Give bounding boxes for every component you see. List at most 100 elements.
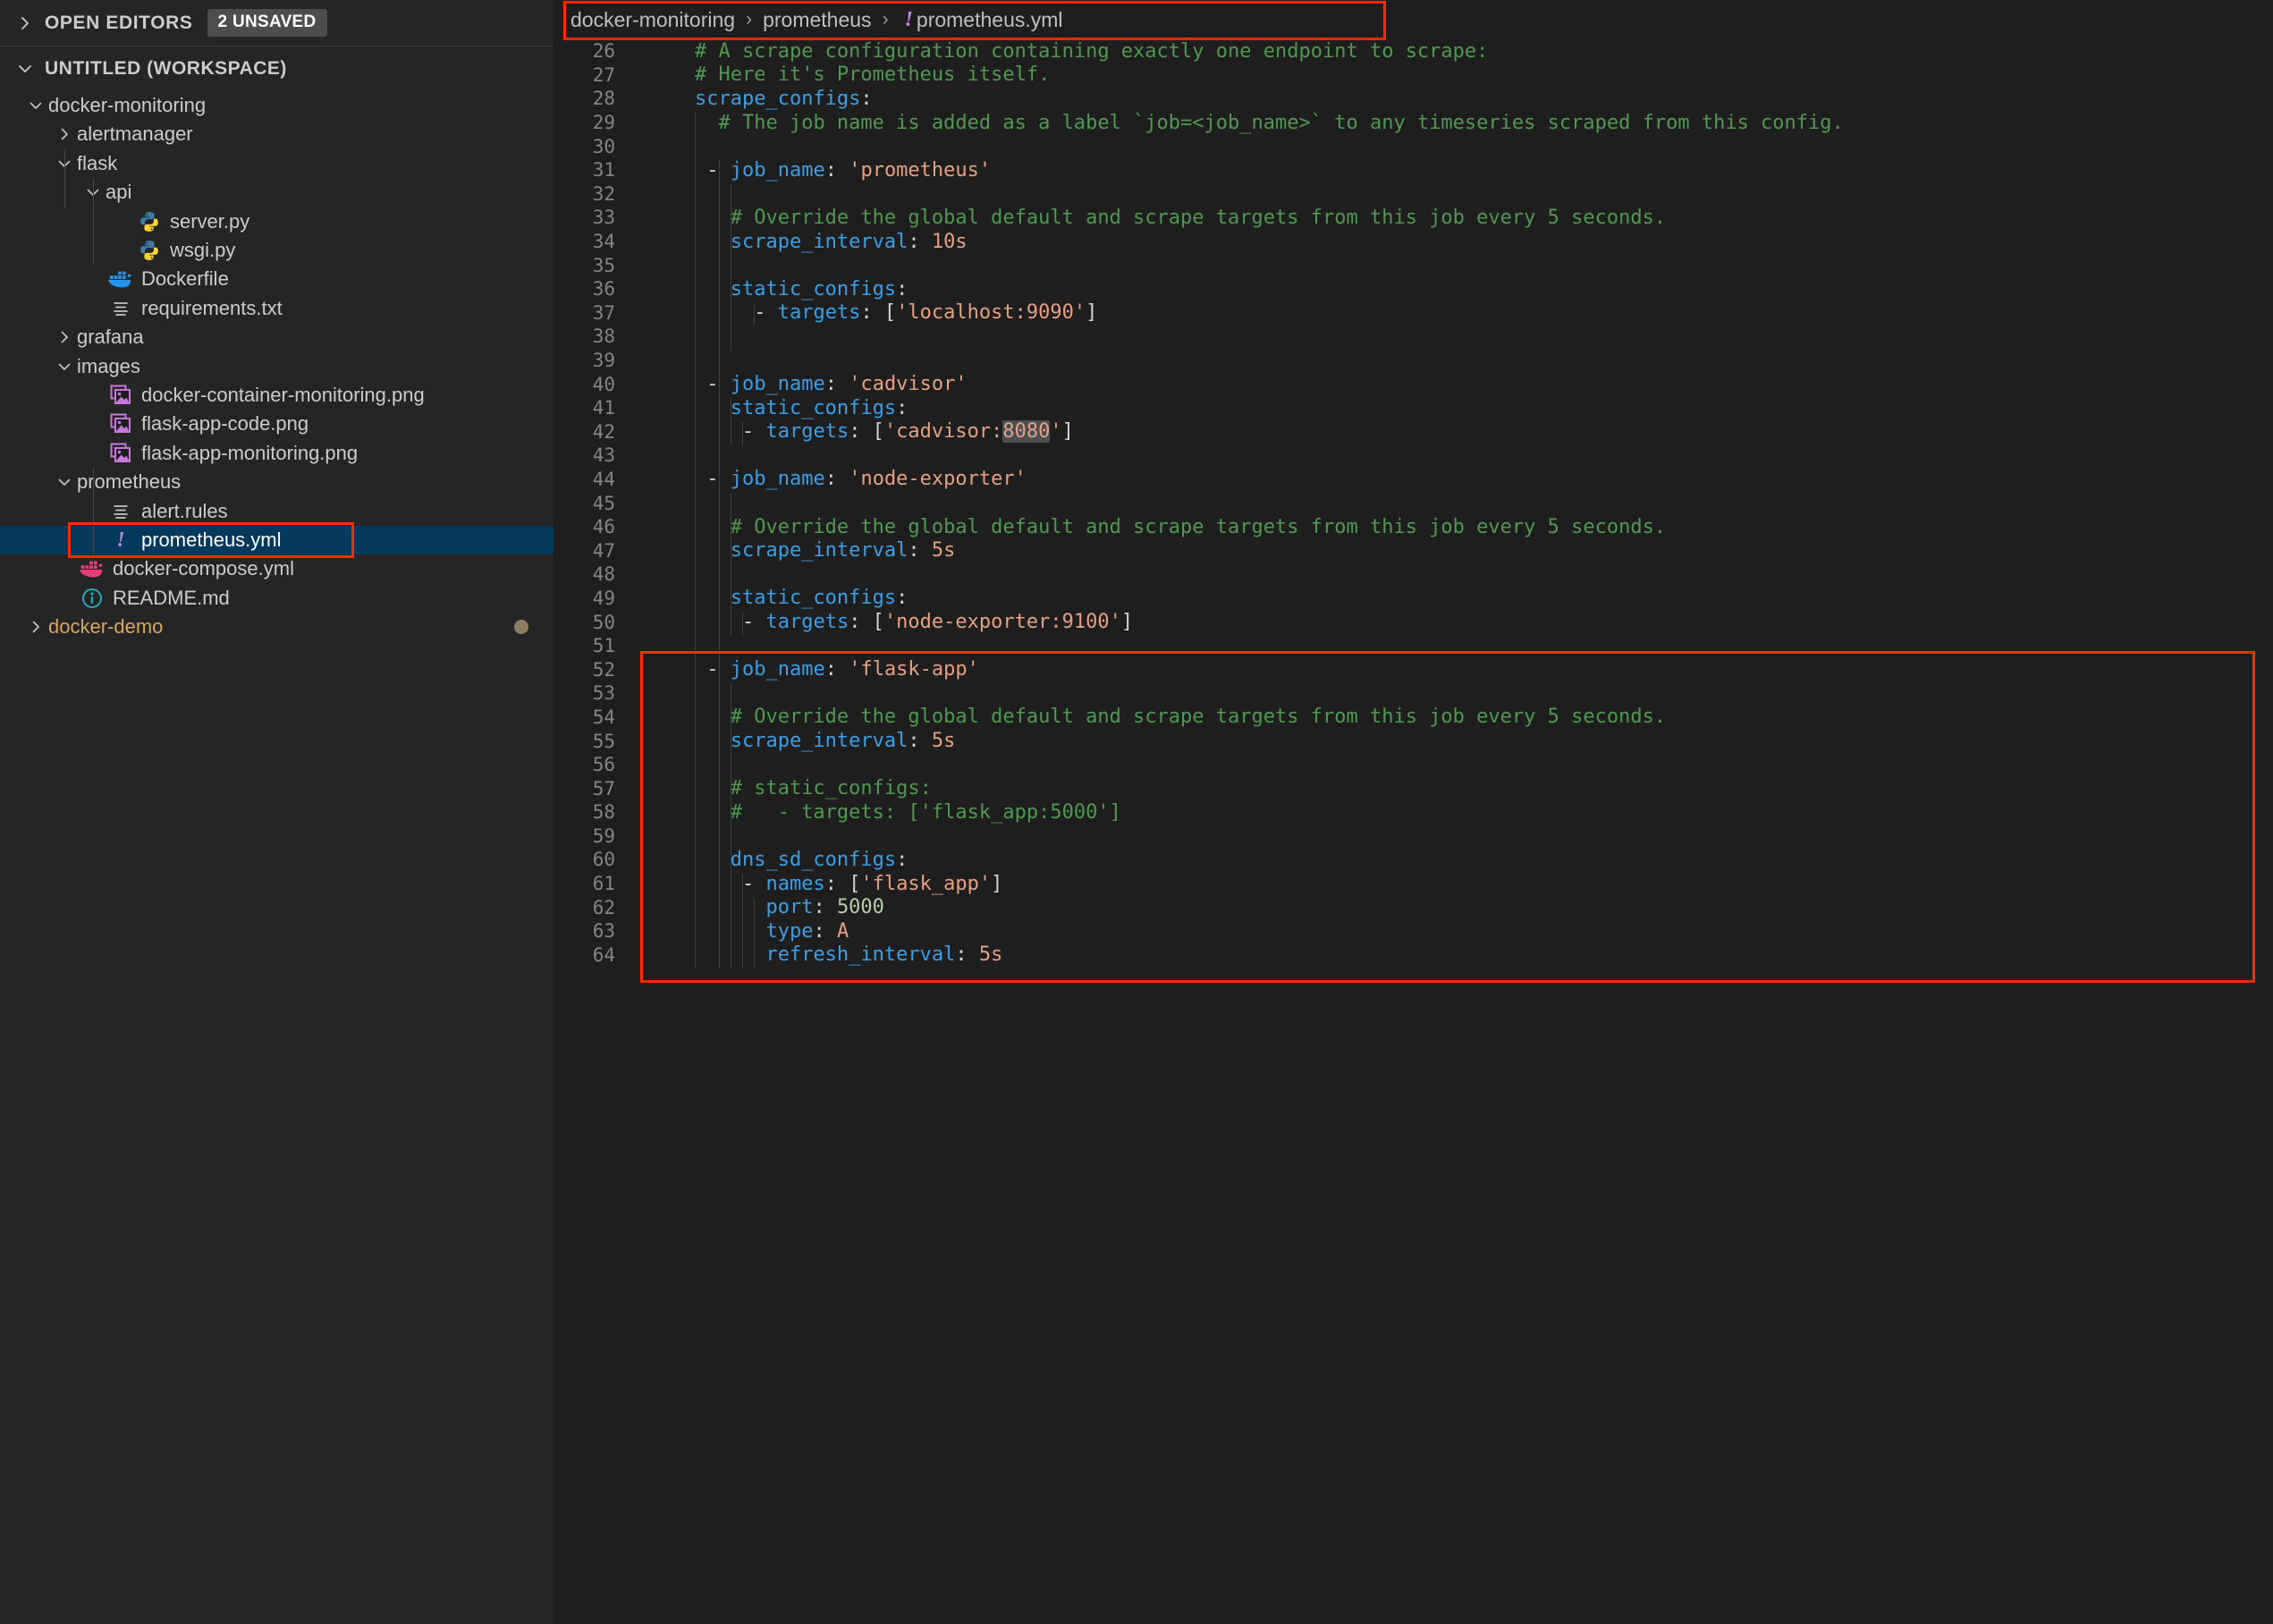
chevron-down-icon[interactable] [52,358,77,376]
tree-folder-grafana[interactable]: grafana [0,323,553,351]
chevron-right-icon[interactable] [52,125,77,143]
code-line-text: scrape_interval: 5s [635,730,955,752]
code-line[interactable]: 47 scrape_interval: 5s [554,538,2273,562]
code-line[interactable]: 45 [554,491,2273,515]
tree-folder-alertmanager[interactable]: alertmanager [0,120,553,148]
chevron-down-icon[interactable] [16,60,34,78]
code-line[interactable]: 28 scrape_configs: [554,87,2273,111]
code-line[interactable]: 27 # Here it's Prometheus itself. [554,63,2273,88]
code-line[interactable]: 43 [554,444,2273,468]
code-line[interactable]: 57 # static_configs: [554,776,2273,800]
chevron-down-icon[interactable] [52,473,77,491]
tree-file-prometheus-yml[interactable]: !prometheus.yml [0,526,553,554]
code-line[interactable]: 37 - targets: ['localhost:9090'] [554,301,2273,326]
code-token: - [706,468,718,490]
code-token: static_configs [731,397,896,419]
tree-folder-docker-monitoring[interactable]: docker-monitoring [0,91,553,120]
code-line[interactable]: 49 static_configs: [554,587,2273,611]
line-number: 39 [554,350,635,371]
code-line[interactable]: 48 [554,562,2273,587]
code-editor[interactable]: 26 # A scrape configuration containing e… [554,39,2273,1624]
chevron-down-icon[interactable] [23,97,48,114]
code-line[interactable]: 39 [554,349,2273,373]
code-line[interactable]: 42 - targets: ['cadvisor:8080'] [554,420,2273,444]
line-number: 34 [554,231,635,252]
open-editors-section-header[interactable]: OPEN EDITORS 2 UNSAVED [0,0,553,47]
code-token: ] [1121,611,1133,633]
tree-folder-flask[interactable]: flask [0,149,553,178]
code-line[interactable]: 64 refresh_interval: 5s [554,943,2273,968]
code-line[interactable]: 56 [554,753,2273,777]
tree-item-label: alertmanager [77,124,193,144]
line-number: 64 [554,944,635,966]
tree-folder-docker-demo[interactable]: docker-demo [0,613,553,641]
breadcrumb-item-file[interactable]: prometheus.yml [917,8,1063,32]
code-line[interactable]: 29 # The job name is added as a label `j… [554,111,2273,135]
code-token: : [825,159,837,182]
tree-file-dockerfile[interactable]: Dockerfile [0,265,553,293]
chevron-right-icon[interactable] [23,618,48,636]
code-token: # A scrape configuration containing exac… [695,40,1488,63]
tree-file-flask-app-monitoring-png[interactable]: flask-app-monitoring.png [0,439,553,468]
tree-file-docker-container-monitoring-png[interactable]: docker-container-monitoring.png [0,381,553,410]
code-line[interactable]: 40 - job_name: 'cadvisor' [554,372,2273,396]
code-token [647,658,706,681]
editor-pane: docker-monitoring › prometheus › ! prome… [554,0,2273,1624]
tree-folder-images[interactable]: images [0,352,553,381]
docker-compose-icon [77,558,107,579]
code-token: : [896,278,908,300]
breadcrumb-item-subfolder[interactable]: prometheus [763,8,871,32]
chevron-right-icon[interactable] [52,328,77,346]
code-line[interactable]: 26 # A scrape configuration containing e… [554,39,2273,63]
editor-indent-guide [754,898,755,969]
code-line[interactable]: 58 # - targets: ['flask_app:5000'] [554,800,2273,825]
tree-item-label: flask-app-monitoring.png [141,444,358,463]
code-line[interactable]: 36 static_configs: [554,277,2273,301]
code-line[interactable]: 33 # Override the global default and scr… [554,206,2273,230]
tree-folder-prometheus[interactable]: prometheus [0,468,553,496]
breadcrumb-separator-icon: › [746,9,752,30]
code-line[interactable]: 46 # Override the global default and scr… [554,515,2273,539]
code-line[interactable]: 44 - job_name: 'node-exporter' [554,468,2273,492]
tree-file-server-py[interactable]: server.py [0,207,553,236]
code-line[interactable]: 51 [554,634,2273,658]
code-line[interactable]: 30 [554,134,2273,158]
code-line[interactable]: 35 [554,253,2273,277]
code-line[interactable]: 34 scrape_interval: 10s [554,230,2273,254]
info-icon [77,587,107,610]
code-line[interactable]: 62 port: 5000 [554,895,2273,919]
code-line[interactable]: 60 dns_sd_configs: [554,848,2273,872]
code-line-text: static_configs: [635,278,908,300]
line-number: 56 [554,754,635,775]
code-line[interactable]: 55 scrape_interval: 5s [554,729,2273,753]
code-line-text: refresh_interval: 5s [635,943,1002,966]
chevron-right-icon[interactable] [16,14,34,32]
tree-folder-api[interactable]: api [0,178,553,207]
code-line[interactable]: 59 [554,825,2273,849]
workspace-section-header[interactable]: UNTITLED (WORKSPACE) [0,47,553,91]
code-line[interactable]: 52 - job_name: 'flask-app' [554,657,2273,681]
code-line[interactable]: 61 - names: ['flask_app'] [554,872,2273,896]
tree-file-readme-md[interactable]: README.md [0,584,553,613]
code-line[interactable]: 38 [554,325,2273,349]
code-token: : [860,301,872,324]
code-line[interactable]: 54 # Override the global default and scr… [554,706,2273,730]
code-token: - [754,301,765,324]
breadcrumb-item-folder[interactable]: docker-monitoring [570,8,735,32]
editor-indent-guide [719,160,720,968]
code-token [837,658,849,681]
tree-file-docker-compose-yml[interactable]: docker-compose.yml [0,554,553,583]
code-line[interactable]: 32 [554,182,2273,207]
code-line[interactable]: 50 - targets: ['node-exporter:9100'] [554,610,2273,634]
tree-file-flask-app-code-png[interactable]: flask-app-code.png [0,410,553,438]
tree-file-alert-rules[interactable]: alert.rules [0,497,553,526]
code-line[interactable]: 53 [554,681,2273,706]
code-token [647,943,765,966]
code-line-text: - targets: ['cadvisor:8080'] [635,420,1074,443]
tree-file-requirements-txt[interactable]: requirements.txt [0,294,553,323]
code-line[interactable]: 31 - job_name: 'prometheus' [554,158,2273,182]
code-line[interactable]: 41 static_configs: [554,396,2273,420]
code-token [647,63,695,86]
code-line[interactable]: 63 type: A [554,919,2273,943]
tree-file-wsgi-py[interactable]: wsgi.py [0,236,553,265]
